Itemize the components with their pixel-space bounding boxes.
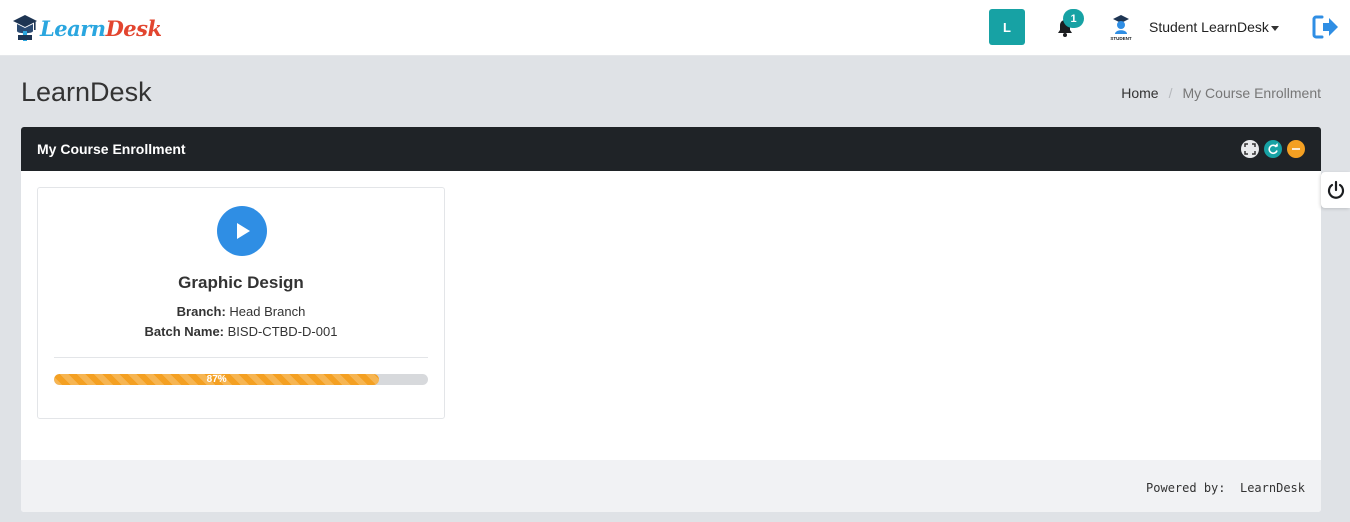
- powered-label: Powered by:: [1146, 481, 1226, 495]
- logout-icon[interactable]: [1312, 14, 1340, 40]
- panel-footer: Powered by: LearnDesk: [21, 460, 1321, 512]
- breadcrumb-separator: /: [1168, 85, 1173, 101]
- powered-value: LearnDesk: [1239, 481, 1305, 495]
- panel-title: My Course Enrollment: [37, 141, 186, 157]
- user-menu-name[interactable]: Student LearnDesk: [1149, 19, 1269, 35]
- powered-by: Powered by: LearnDesk: [1146, 481, 1305, 495]
- panel-header: My Course Enrollment: [21, 127, 1321, 171]
- breadcrumb-current: My Course Enrollment: [1182, 85, 1322, 101]
- course-title[interactable]: Graphic Design: [38, 273, 444, 293]
- reload-icon[interactable]: [1264, 140, 1282, 158]
- breadcrumb-home-link[interactable]: Home: [1121, 85, 1158, 101]
- course-progress-bar: 87%: [54, 374, 428, 385]
- student-avatar[interactable]: STUDENT: [1107, 13, 1135, 41]
- power-icon[interactable]: [1321, 172, 1350, 208]
- page-title: LearnDesk: [21, 77, 152, 107]
- collapse-icon[interactable]: [1287, 140, 1305, 158]
- course-card[interactable]: Graphic Design Branch: Head Branch Batch…: [37, 187, 445, 419]
- notification-count-badge: 1: [1063, 9, 1084, 28]
- panel-tools: [1241, 140, 1305, 158]
- batch-value: BISD-CTBD-D-001: [227, 324, 338, 339]
- play-icon[interactable]: [217, 206, 267, 256]
- top-navbar: LearnDesk L 1 STUDENT Student LearnDesk: [0, 0, 1350, 56]
- course-enrollment-panel: My Course Enrollment Graphic Design Bran…: [21, 127, 1321, 512]
- branch-label: Branch:: [176, 304, 226, 319]
- card-divider: [54, 357, 428, 358]
- course-batch: Batch Name: BISD-CTBD-D-001: [38, 324, 444, 339]
- progress-label: 87%: [206, 374, 227, 385]
- course-branch: Branch: Head Branch: [38, 304, 444, 319]
- user-initial-button[interactable]: L: [989, 9, 1025, 45]
- learndesk-logo[interactable]: LearnDesk: [12, 12, 162, 44]
- progress-fill: 87%: [54, 374, 380, 385]
- expand-icon[interactable]: [1241, 140, 1259, 158]
- batch-label: Batch Name:: [144, 324, 225, 339]
- branch-value: Head Branch: [229, 304, 306, 319]
- avatar-caption: STUDENT: [1110, 36, 1132, 41]
- logo-text: LearnDesk: [40, 15, 162, 41]
- chevron-down-icon[interactable]: [1271, 26, 1279, 31]
- graduation-cap-icon: [13, 15, 37, 41]
- breadcrumb: Home / My Course Enrollment: [1121, 85, 1321, 101]
